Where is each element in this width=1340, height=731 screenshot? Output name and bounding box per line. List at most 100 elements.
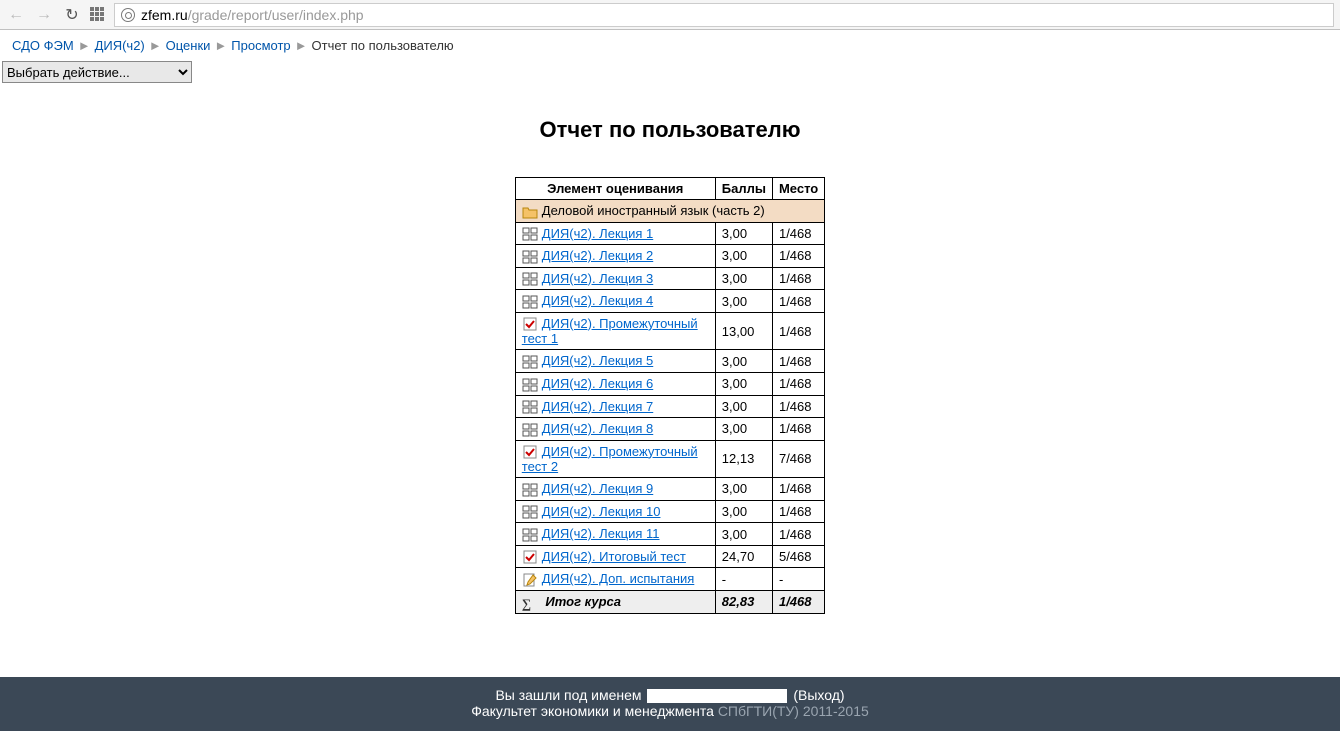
lesson-icon (522, 250, 538, 264)
grade-item-link[interactable]: ДИЯ(ч2). Лекция 1 (542, 226, 653, 241)
grade-item-link[interactable]: ДИЯ(ч2). Лекция 3 (542, 271, 653, 286)
grade-rank: 5/468 (772, 545, 824, 568)
grade-row: ДИЯ(ч2). Лекция 3 3,001/468 (515, 267, 824, 290)
grade-rank: 1/468 (772, 222, 824, 245)
total-score: 82,83 (715, 591, 772, 614)
grade-score: 3,00 (715, 478, 772, 501)
grade-rank: 1/468 (772, 372, 824, 395)
col-score: Баллы (715, 178, 772, 200)
grade-item-link[interactable]: ДИЯ(ч2). Промежуточный тест 1 (522, 316, 698, 347)
grade-score: 3,00 (715, 267, 772, 290)
grade-item-link[interactable]: ДИЯ(ч2). Лекция 4 (542, 293, 653, 308)
grade-row: ДИЯ(ч2). Лекция 73,001/468 (515, 395, 824, 418)
lesson-icon (522, 528, 538, 542)
grade-row: ДИЯ(ч2). Промежуточный тест 1 13,001/468 (515, 312, 824, 350)
lesson-icon (522, 423, 538, 437)
apps-icon[interactable] (90, 7, 106, 23)
grade-item-link[interactable]: ДИЯ(ч2). Лекция 5 (542, 353, 653, 368)
grade-item-link[interactable]: ДИЯ(ч2). Доп. испытания (542, 571, 695, 586)
breadcrumb-link[interactable]: Просмотр (231, 38, 290, 53)
breadcrumb-link[interactable]: ДИЯ(ч2) (95, 38, 145, 53)
grade-row: ДИЯ(ч2). Итоговый тест 24,705/468 (515, 545, 824, 568)
grade-item-link[interactable]: ДИЯ(ч2). Лекция 10 (542, 504, 661, 519)
grade-rank: 1/468 (772, 312, 824, 350)
grade-rank: 1/468 (772, 245, 824, 268)
grade-score: 3,00 (715, 350, 772, 373)
site-info-icon[interactable] (121, 8, 135, 22)
action-select-row: Выбрать действие... (0, 57, 1340, 87)
lesson-icon (522, 505, 538, 519)
page-footer: Вы зашли под именем (Выход) Факультет эк… (0, 677, 1340, 731)
breadcrumb-current: Отчет по пользователю (312, 38, 454, 53)
breadcrumb: СДО ФЭМ►ДИЯ(ч2)►Оценки►Просмотр►Отчет по… (0, 30, 1340, 57)
grade-score: 3,00 (715, 222, 772, 245)
grade-item-link[interactable]: ДИЯ(ч2). Лекция 7 (542, 399, 653, 414)
url-text: zfem.ru/grade/report/user/index.php (141, 7, 364, 23)
quiz-icon (522, 445, 538, 459)
breadcrumb-separator: ► (295, 38, 308, 53)
org-link[interactable]: СПбГТИ(ТУ) 2011-2015 (718, 703, 869, 719)
grade-score: 3,00 (715, 290, 772, 313)
grade-score: 3,00 (715, 372, 772, 395)
grade-item-link[interactable]: ДИЯ(ч2). Лекция 11 (542, 526, 660, 541)
grade-row: ДИЯ(ч2). Лекция 43,001/468 (515, 290, 824, 313)
grade-row: ДИЯ(ч2). Лекция 9 3,001/468 (515, 478, 824, 501)
grade-item-link[interactable]: ДИЯ(ч2). Лекция 9 (542, 481, 653, 496)
grade-rank: 1/468 (772, 267, 824, 290)
grade-row: ДИЯ(ч2). Лекция 113,001/468 (515, 523, 824, 546)
username-placeholder (647, 689, 787, 703)
reload-button[interactable]: ↻ (62, 5, 82, 25)
table-header-row: Элемент оценивания Баллы Место (515, 178, 824, 200)
col-rank: Место (772, 178, 824, 200)
browser-toolbar: ← → ↻ zfem.ru/grade/report/user/index.ph… (0, 0, 1340, 30)
grade-rank: - (772, 568, 824, 591)
grade-item-link[interactable]: ДИЯ(ч2). Итоговый тест (542, 549, 686, 564)
grade-item-link[interactable]: ДИЯ(ч2). Лекция 2 (542, 248, 653, 263)
lesson-icon (522, 272, 538, 286)
breadcrumb-link[interactable]: Оценки (166, 38, 211, 53)
lesson-icon (522, 355, 538, 369)
grade-row: ДИЯ(ч2). Промежуточный тест 2 12,137/468 (515, 440, 824, 478)
action-select[interactable]: Выбрать действие... (2, 61, 192, 83)
sigma-icon: ∑ (522, 596, 538, 610)
grade-item-link[interactable]: ДИЯ(ч2). Лекция 8 (542, 421, 653, 436)
breadcrumb-link[interactable]: СДО ФЭМ (12, 38, 74, 53)
quiz-icon (522, 550, 538, 564)
url-bar[interactable]: zfem.ru/grade/report/user/index.php (114, 3, 1334, 27)
assign-icon (522, 573, 538, 587)
grade-rank: 1/468 (772, 478, 824, 501)
course-name: Деловой иностранный язык (часть 2) (542, 203, 765, 218)
grade-score: 13,00 (715, 312, 772, 350)
lesson-icon (522, 483, 538, 497)
lesson-icon (522, 400, 538, 414)
lesson-icon (522, 295, 538, 309)
grade-table: Элемент оценивания Баллы Место Деловой и… (515, 177, 825, 614)
grade-score: 3,00 (715, 245, 772, 268)
forward-button[interactable]: → (34, 5, 54, 25)
org-line: Факультет экономики и менеджмента СПбГТИ… (0, 703, 1340, 719)
grade-score: 12,13 (715, 440, 772, 478)
total-label: Итог курса (545, 594, 621, 609)
logout-link[interactable]: Выход (798, 687, 840, 703)
back-button[interactable]: ← (6, 5, 26, 25)
quiz-icon (522, 317, 538, 331)
grade-score: 24,70 (715, 545, 772, 568)
grade-score: 3,00 (715, 523, 772, 546)
total-row: ∑ Итог курса82,831/468 (515, 591, 824, 614)
lesson-icon (522, 227, 538, 241)
grade-score: 3,00 (715, 500, 772, 523)
grade-score: - (715, 568, 772, 591)
lesson-icon (522, 378, 538, 392)
page-title: Отчет по пользователю (0, 117, 1340, 143)
grade-rank: 1/468 (772, 418, 824, 441)
breadcrumb-separator: ► (78, 38, 91, 53)
grade-row: ДИЯ(ч2). Доп. испытания -- (515, 568, 824, 591)
grade-rank: 1/468 (772, 350, 824, 373)
grade-item-link[interactable]: ДИЯ(ч2). Промежуточный тест 2 (522, 444, 698, 475)
grade-row: ДИЯ(ч2). Лекция 10 3,001/468 (515, 500, 824, 523)
grade-item-link[interactable]: ДИЯ(ч2). Лекция 6 (542, 376, 653, 391)
grade-row: ДИЯ(ч2). Лекция 1 3,001/468 (515, 222, 824, 245)
course-row: Деловой иностранный язык (часть 2) (515, 200, 824, 223)
grade-rank: 7/468 (772, 440, 824, 478)
grade-rank: 1/468 (772, 500, 824, 523)
